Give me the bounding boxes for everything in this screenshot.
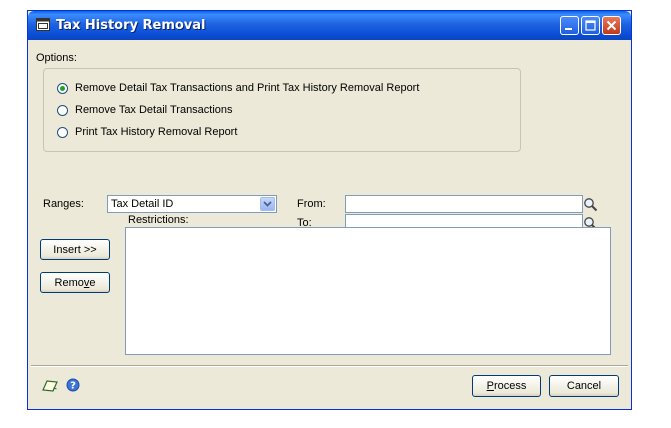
ranges-selected-value: Tax Detail ID bbox=[111, 198, 174, 210]
remove-button[interactable]: Remove bbox=[40, 272, 110, 293]
dropdown-button[interactable] bbox=[260, 197, 275, 211]
insert-button-label: Insert >> bbox=[53, 243, 97, 256]
cancel-button-label: Cancel bbox=[566, 380, 602, 392]
radio-label: Remove Detail Tax Transactions and Print… bbox=[75, 82, 420, 94]
close-icon bbox=[606, 20, 617, 31]
from-label: From: bbox=[297, 198, 326, 210]
maximize-icon bbox=[585, 20, 596, 31]
maximize-button[interactable] bbox=[581, 16, 600, 35]
radio-label: Remove Tax Detail Transactions bbox=[75, 104, 233, 116]
radio-button-checked[interactable] bbox=[57, 82, 68, 94]
window-client-area: Options: Remove Detail Tax Transactions … bbox=[31, 40, 628, 406]
restrictions-label: Restrictions: bbox=[128, 214, 189, 226]
window-title: Tax History Removal bbox=[56, 18, 206, 33]
from-lookup-button[interactable] bbox=[583, 196, 598, 212]
status-divider bbox=[31, 365, 628, 367]
ranges-label: Ranges: bbox=[43, 198, 84, 210]
cancel-button[interactable]: Cancel bbox=[549, 375, 619, 397]
tax-history-removal-window: Tax History Removal Options: Remove Deta… bbox=[27, 10, 632, 410]
process-button-label: Process bbox=[486, 380, 527, 392]
chevron-down-icon bbox=[263, 201, 272, 207]
radio-label: Print Tax History Removal Report bbox=[75, 126, 238, 138]
radio-button[interactable] bbox=[57, 104, 68, 116]
note-icon[interactable] bbox=[41, 379, 59, 393]
svg-text:?: ? bbox=[70, 381, 76, 392]
app-window-icon bbox=[36, 18, 50, 31]
options-label: Options: bbox=[36, 52, 77, 64]
radio-remove-only[interactable]: Remove Tax Detail Transactions bbox=[57, 104, 233, 116]
minimize-button[interactable] bbox=[560, 16, 579, 35]
insert-button[interactable]: Insert >> bbox=[40, 239, 110, 260]
close-button[interactable] bbox=[602, 16, 621, 35]
restrictions-listbox[interactable] bbox=[125, 227, 611, 355]
radio-remove-and-print[interactable]: Remove Detail Tax Transactions and Print… bbox=[57, 82, 419, 94]
radio-button[interactable] bbox=[57, 126, 68, 138]
magnifier-lookup-icon bbox=[584, 197, 598, 211]
from-field[interactable] bbox=[345, 195, 583, 213]
help-icon[interactable]: ? bbox=[66, 378, 80, 392]
minimize-icon bbox=[565, 28, 572, 30]
process-button[interactable]: Process bbox=[472, 375, 541, 397]
title-bar[interactable]: Tax History Removal bbox=[28, 11, 631, 40]
radio-print-only[interactable]: Print Tax History Removal Report bbox=[57, 126, 237, 138]
remove-button-label: Remove bbox=[54, 276, 96, 289]
ranges-dropdown[interactable]: Tax Detail ID bbox=[107, 195, 277, 213]
